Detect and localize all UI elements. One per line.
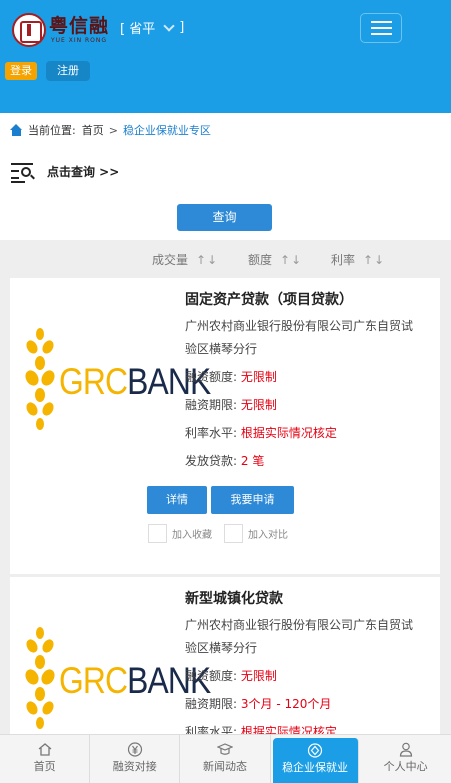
breadcrumb: 当前位置: 首页 > 稳企业保就业专区	[10, 122, 211, 138]
product-card: GRCBANK 固定资产贷款（项目贷款） 广州农村商业银行股份有限公司广东自贸试…	[10, 278, 440, 574]
nav-stabilize-employment-label: 稳企业保就业	[282, 761, 349, 774]
nav-home-label: 首页	[33, 760, 56, 773]
product-bank-name: 广州农村商业银行股份有限公司广东自贸试验区横琴分行	[185, 319, 414, 356]
product-amount: 融资额度: 无限制	[185, 669, 277, 683]
sort-arrows-icon: ↑↓	[196, 252, 219, 267]
region-selector[interactable]: [ 省平 ]	[120, 18, 184, 37]
breadcrumb-prefix: 当前位置:	[28, 124, 76, 137]
sort-rate-label: 利率	[331, 253, 356, 267]
product-bank-name: 广州农村商业银行股份有限公司广东自贸试验区横琴分行	[185, 618, 414, 655]
sort-amount[interactable]: 额度 ↑↓	[248, 251, 302, 268]
product-title[interactable]: 新型城镇化贷款	[185, 588, 283, 608]
register-button[interactable]: 注册	[46, 61, 90, 81]
sort-bar: 成交量 ↑↓ 额度 ↑↓ 利率 ↑↓	[0, 240, 451, 278]
product-card: GRCBANK 新型城镇化贷款 广州农村商业银行股份有限公司广东自贸试验区横琴分…	[10, 577, 440, 747]
region-label: [ 省平	[120, 22, 156, 37]
home-icon	[38, 743, 52, 756]
logo-text: 粤信融 YUE XIN RONG	[49, 15, 109, 45]
login-button[interactable]: 登录	[5, 62, 37, 80]
menu-button[interactable]	[360, 13, 402, 43]
bank-logo[interactable]: GRCBANK	[22, 627, 211, 731]
nav-financing-label: 融资对接	[112, 760, 157, 773]
favorite-checkbox[interactable]: 加入收藏	[148, 524, 212, 543]
favorite-label: 加入收藏	[172, 530, 212, 541]
logo-chinese: 粤信融	[49, 15, 110, 37]
bank-emblem-icon	[22, 627, 58, 731]
breadcrumb-separator: >	[108, 123, 118, 137]
detail-button[interactable]: 详情	[147, 486, 207, 514]
bank-logo[interactable]: GRCBANK	[22, 328, 211, 432]
hamburger-icon-line	[370, 21, 392, 23]
nav-personal-center[interactable]: 个人中心	[361, 735, 451, 783]
search-button[interactable]: 查询	[177, 204, 272, 231]
user-icon	[399, 742, 412, 757]
compare-checkbox[interactable]: 加入对比	[224, 524, 288, 543]
region-close-bracket: ]	[179, 20, 185, 35]
shield-icon	[307, 743, 323, 758]
query-label: 点击查询 >>	[47, 164, 120, 179]
chevron-down-icon	[163, 19, 175, 32]
logo-english: YUE XIN RONG	[50, 37, 108, 44]
nav-news[interactable]: 新闻动态	[180, 735, 271, 783]
sort-volume[interactable]: 成交量 ↑↓	[152, 251, 218, 268]
graduation-cap-icon	[216, 743, 233, 755]
product-rate: 利率水平: 根据实际情况核定	[185, 426, 337, 440]
logo-seal-icon	[12, 13, 46, 47]
yuan-icon	[127, 742, 142, 757]
sort-volume-label: 成交量	[152, 253, 189, 267]
breadcrumb-home-link[interactable]: 首页	[82, 122, 104, 138]
top-header: 粤信融 YUE XIN RONG [ 省平 ] 登录 注册	[0, 0, 451, 113]
breadcrumb-current[interactable]: 稳企业保就业专区	[123, 122, 211, 138]
search-filter-icon	[11, 160, 35, 183]
apply-button[interactable]: 我要申请	[211, 486, 294, 514]
sort-arrows-icon: ↑↓	[363, 252, 386, 267]
checkbox-icon	[148, 524, 167, 543]
hamburger-icon-line	[370, 33, 392, 35]
checkbox-icon	[224, 524, 243, 543]
nav-financing[interactable]: 融资对接	[90, 735, 181, 783]
nav-news-label: 新闻动态	[202, 760, 247, 773]
nav-personal-center-label: 个人中心	[383, 760, 428, 773]
product-term: 融资期限: 无限制	[185, 398, 277, 412]
sort-arrows-icon: ↑↓	[280, 252, 303, 267]
bottom-nav: 首页 融资对接 新闻动态 稳企业保就业 个人中心	[0, 734, 451, 783]
bank-emblem-icon	[22, 328, 58, 432]
product-loans: 发放贷款: 2 笔	[185, 454, 265, 468]
product-title[interactable]: 固定资产贷款（项目贷款）	[185, 289, 353, 309]
hamburger-icon-line	[370, 27, 392, 29]
home-icon	[10, 123, 23, 137]
compare-label: 加入对比	[248, 530, 288, 541]
sort-rate[interactable]: 利率 ↑↓	[331, 251, 385, 268]
nav-home[interactable]: 首页	[0, 735, 91, 783]
nav-stabilize-employment[interactable]: 稳企业保就业	[272, 738, 359, 783]
query-toggle[interactable]: 点击查询 >>	[11, 160, 120, 183]
product-amount: 融资额度: 无限制	[185, 370, 277, 384]
product-term: 融资期限: 3个月 - 120个月	[185, 697, 332, 711]
sort-amount-label: 额度	[248, 253, 273, 267]
site-logo[interactable]: 粤信融 YUE XIN RONG	[12, 13, 109, 47]
